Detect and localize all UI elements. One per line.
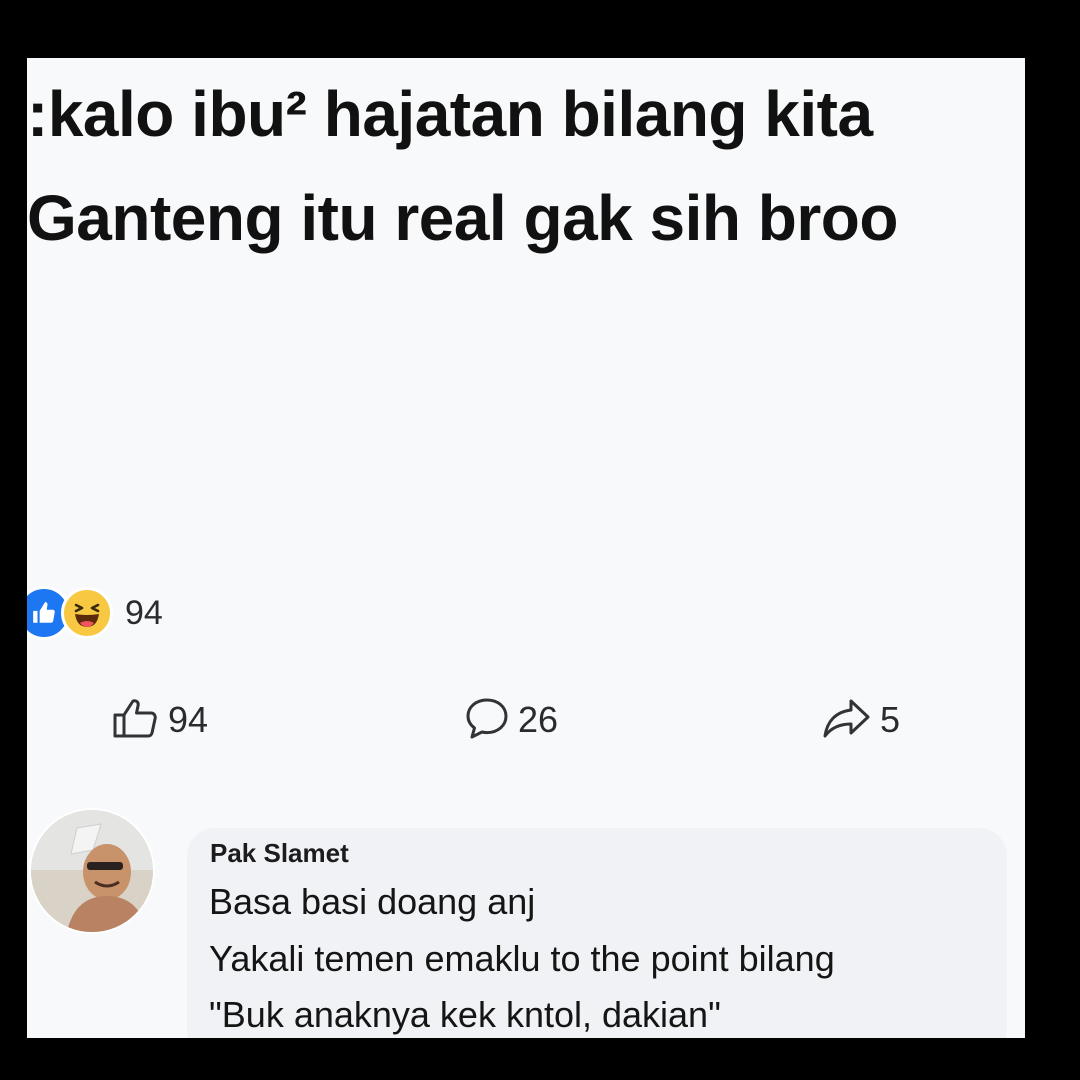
comment-text-line-2: Yakali temen emaklu to the point bilang [209, 938, 835, 979]
share-count: 5 [880, 699, 901, 740]
comment-count: 26 [518, 699, 559, 740]
comment-text-line-3: "Buk anaknya kek kntol, dakian" [209, 994, 721, 1035]
reaction-count: 94 [125, 593, 163, 632]
post-card: :kalo ibu² hajatan bilang kita Ganteng i… [27, 58, 1025, 1038]
thumbs-up-icon [112, 696, 160, 745]
share-arrow-icon [822, 697, 872, 744]
comment: Pak Slamet Basa basi doang anj Yakali te… [27, 808, 1025, 1038]
action-bar: 94 26 5 [27, 690, 1025, 750]
like-count: 94 [168, 699, 209, 740]
post-text: :kalo ibu² hajatan bilang kita Ganteng i… [27, 62, 1025, 270]
post-text-line-1: :kalo ibu² hajatan bilang kita [27, 78, 873, 150]
comment-text-line-1: Basa basi doang anj [209, 881, 536, 922]
comment-author[interactable]: Pak Slamet [210, 838, 349, 869]
haha-reaction-icon [61, 587, 113, 639]
reaction-summary[interactable]: 94 [27, 586, 163, 640]
avatar[interactable] [29, 808, 155, 934]
speech-bubble-icon [464, 695, 510, 746]
share-button[interactable]: 5 [822, 690, 900, 750]
post-text-line-2: Ganteng itu real gak sih broo [27, 182, 898, 254]
like-button[interactable]: 94 [112, 690, 208, 750]
comment-button[interactable]: 26 [464, 690, 558, 750]
